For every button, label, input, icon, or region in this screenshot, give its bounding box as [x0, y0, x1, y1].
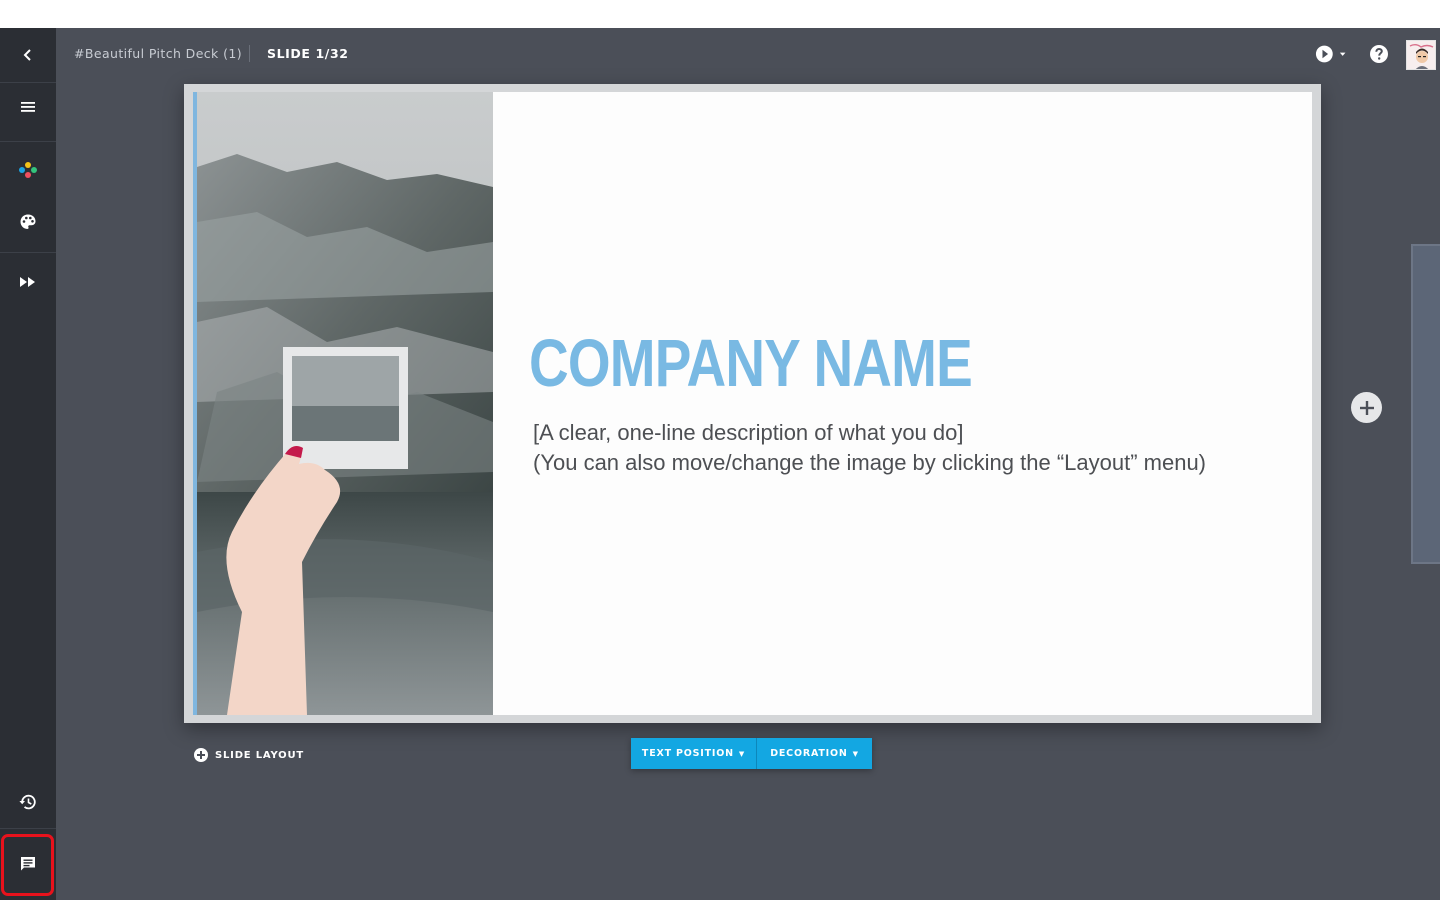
editor-app: #Beautiful Pitch Deck (1) SLIDE 1/32 COM…	[0, 28, 1440, 900]
slide-toolbar: TEXT POSITION ▼ DECORATION ▼	[631, 738, 872, 769]
text-position-dropdown[interactable]: TEXT POSITION ▼	[631, 738, 757, 769]
caret-down-icon: ▼	[738, 749, 746, 758]
document-title[interactable]: #Beautiful Pitch Deck (1)	[74, 46, 242, 61]
history-icon	[19, 794, 36, 810]
hamburger-icon	[21, 102, 35, 112]
decoration-dropdown[interactable]: DECORATION ▼	[757, 738, 872, 769]
left-rail	[0, 28, 56, 900]
fast-forward-icon	[20, 277, 35, 287]
slide-counter: SLIDE 1/32	[267, 46, 349, 61]
help-icon	[1370, 45, 1388, 63]
editor-header: #Beautiful Pitch Deck (1) SLIDE 1/32	[56, 28, 1440, 82]
back-button[interactable]	[0, 28, 56, 82]
slide-layout-label: SLIDE LAYOUT	[215, 749, 304, 761]
top-blank-strip	[0, 0, 1440, 28]
slide-description[interactable]: [A clear, one-line description of what y…	[533, 418, 1206, 478]
add-slide-button[interactable]	[1351, 392, 1382, 423]
chevron-left-icon	[23, 49, 31, 61]
caret-down-icon	[1339, 52, 1346, 56]
theme-button[interactable]	[0, 200, 56, 244]
history-button[interactable]	[0, 780, 56, 824]
decoration-label: DECORATION	[770, 748, 848, 759]
play-circle-icon	[1315, 45, 1333, 63]
header-divider	[249, 45, 250, 62]
present-button[interactable]	[0, 260, 56, 304]
slide-title[interactable]: COMPANY NAME	[529, 325, 973, 402]
next-slide-preview[interactable]	[1411, 244, 1440, 564]
plus-circle-icon	[194, 748, 208, 762]
slide-canvas[interactable]: COMPANY NAME [A clear, one-line descript…	[193, 92, 1312, 715]
user-avatar[interactable]	[1406, 40, 1436, 70]
caret-down-icon: ▼	[852, 749, 859, 758]
hand-holding-frame-photo	[197, 92, 493, 715]
help-button[interactable]	[1369, 44, 1389, 64]
description-line-2: (You can also move/change the image by c…	[533, 450, 1207, 475]
play-dropdown-button[interactable]	[1315, 43, 1347, 65]
menu-button[interactable]	[0, 83, 56, 131]
description-line-1: [A clear, one-line description of what y…	[533, 420, 964, 445]
dots-cluster-icon	[19, 162, 37, 178]
slide-layout-button[interactable]: SLIDE LAYOUT	[194, 748, 304, 762]
avatar-image	[1407, 41, 1435, 69]
plus-icon	[1359, 400, 1374, 415]
text-position-label: TEXT POSITION	[641, 748, 734, 759]
slide-photo[interactable]	[197, 92, 493, 715]
comments-highlight-box	[1, 834, 54, 896]
elements-button[interactable]	[0, 146, 56, 194]
palette-icon	[20, 214, 36, 229]
